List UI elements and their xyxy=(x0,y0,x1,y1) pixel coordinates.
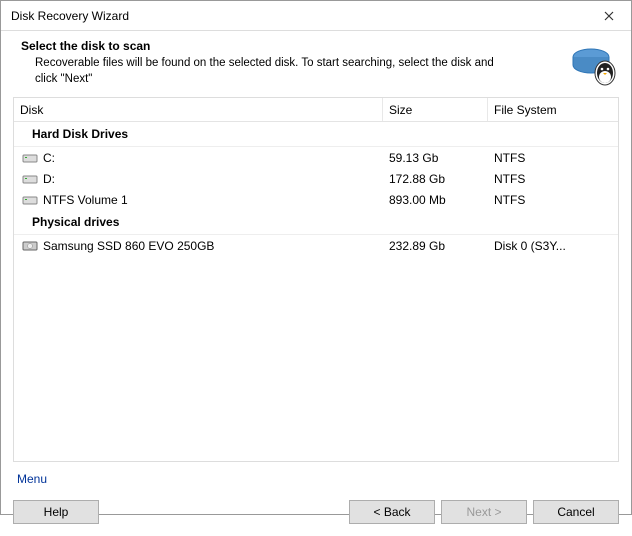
drive-icon xyxy=(22,152,38,164)
next-button[interactable]: Next > xyxy=(441,500,527,524)
disk-list-panel: Disk Size File System Hard Disk Drives C… xyxy=(13,97,619,462)
disk-filesystem: NTFS xyxy=(488,172,618,186)
wizard-icon xyxy=(569,39,617,87)
disk-filesystem: Disk 0 (S3Y... xyxy=(488,239,618,253)
table-row[interactable]: C: 59.13 Gb NTFS xyxy=(14,147,618,168)
disk-name: Samsung SSD 860 EVO 250GB xyxy=(43,239,214,253)
disk-size: 893.00 Mb xyxy=(383,193,488,207)
drive-icon xyxy=(22,173,38,185)
spacer xyxy=(105,500,343,524)
disk-name: D: xyxy=(43,172,55,186)
disk-filesystem: NTFS xyxy=(488,151,618,165)
disk-size: 172.88 Gb xyxy=(383,172,488,186)
disk-size: 232.89 Gb xyxy=(383,239,488,253)
header-description: Recoverable files will be found on the s… xyxy=(21,56,501,87)
physical-drive-icon xyxy=(22,240,38,252)
window-title: Disk Recovery Wizard xyxy=(11,9,129,23)
column-header-size[interactable]: Size xyxy=(383,98,488,121)
table-row[interactable]: D: 172.88 Gb NTFS xyxy=(14,168,618,189)
disk-size: 59.13 Gb xyxy=(383,151,488,165)
column-headers: Disk Size File System xyxy=(14,98,618,122)
cancel-button[interactable]: Cancel xyxy=(533,500,619,524)
button-bar: Help < Back Next > Cancel xyxy=(1,490,631,536)
group-hard-disks: Hard Disk Drives xyxy=(14,122,618,147)
close-icon xyxy=(604,11,614,21)
menu-link[interactable]: Menu xyxy=(1,462,631,490)
table-row[interactable]: NTFS Volume 1 893.00 Mb NTFS xyxy=(14,189,618,210)
titlebar: Disk Recovery Wizard xyxy=(1,1,631,31)
header: Select the disk to scan Recoverable file… xyxy=(1,31,631,97)
disk-name: C: xyxy=(43,151,55,165)
disk-name: NTFS Volume 1 xyxy=(43,193,128,207)
header-text: Select the disk to scan Recoverable file… xyxy=(21,39,561,87)
back-button[interactable]: < Back xyxy=(349,500,435,524)
disk-filesystem: NTFS xyxy=(488,193,618,207)
header-title: Select the disk to scan xyxy=(21,39,561,53)
drive-icon xyxy=(22,194,38,206)
close-button[interactable] xyxy=(587,1,631,30)
column-header-filesystem[interactable]: File System xyxy=(488,98,618,121)
column-header-disk[interactable]: Disk xyxy=(14,98,383,121)
group-physical-drives: Physical drives xyxy=(14,210,618,235)
table-row[interactable]: Samsung SSD 860 EVO 250GB 232.89 Gb Disk… xyxy=(14,235,618,256)
help-button[interactable]: Help xyxy=(13,500,99,524)
